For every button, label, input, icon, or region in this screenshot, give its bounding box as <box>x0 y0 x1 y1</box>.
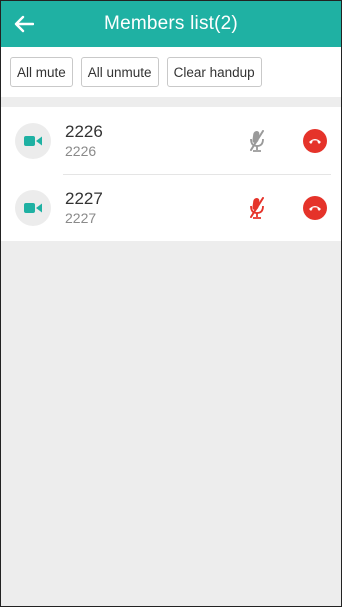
avatar <box>15 189 51 226</box>
phone-hangup-icon <box>309 138 321 144</box>
hangup-button[interactable] <box>303 195 327 220</box>
phone-hangup-icon <box>309 205 321 211</box>
mic-muted-icon <box>250 196 264 219</box>
video-camera-icon <box>24 135 42 146</box>
mic-toggle-button[interactable] <box>245 195 269 221</box>
app-frame: Members list(2) All mute All unmute Clea… <box>0 0 342 607</box>
arrow-left-icon <box>14 15 34 33</box>
member-info: 2226 2226 <box>65 122 341 160</box>
app-header: Members list(2) <box>1 1 341 47</box>
list-item[interactable]: 2227 2227 <box>1 174 341 241</box>
mic-muted-icon <box>250 129 264 152</box>
avatar <box>15 122 51 159</box>
clear-handup-button[interactable]: Clear handup <box>166 57 262 87</box>
divider <box>1 97 341 107</box>
member-number: 2226 <box>65 143 97 160</box>
hangup-button[interactable] <box>303 128 327 153</box>
list-item[interactable]: 2226 2226 <box>1 107 341 174</box>
member-name: 2226 <box>65 121 103 141</box>
all-mute-button[interactable]: All mute <box>10 57 73 87</box>
member-info: 2227 2227 <box>65 189 341 227</box>
mic-toggle-button[interactable] <box>245 128 269 154</box>
member-name: 2227 <box>65 188 103 208</box>
member-number: 2227 <box>65 210 97 227</box>
all-unmute-button[interactable]: All unmute <box>80 57 159 87</box>
members-list: 2226 2226 2227 2227 <box>1 107 341 241</box>
action-toolbar: All mute All unmute Clear handup <box>1 47 341 97</box>
video-camera-icon <box>24 202 42 213</box>
page-title: Members list(2) <box>104 13 238 34</box>
back-button[interactable] <box>9 9 39 39</box>
